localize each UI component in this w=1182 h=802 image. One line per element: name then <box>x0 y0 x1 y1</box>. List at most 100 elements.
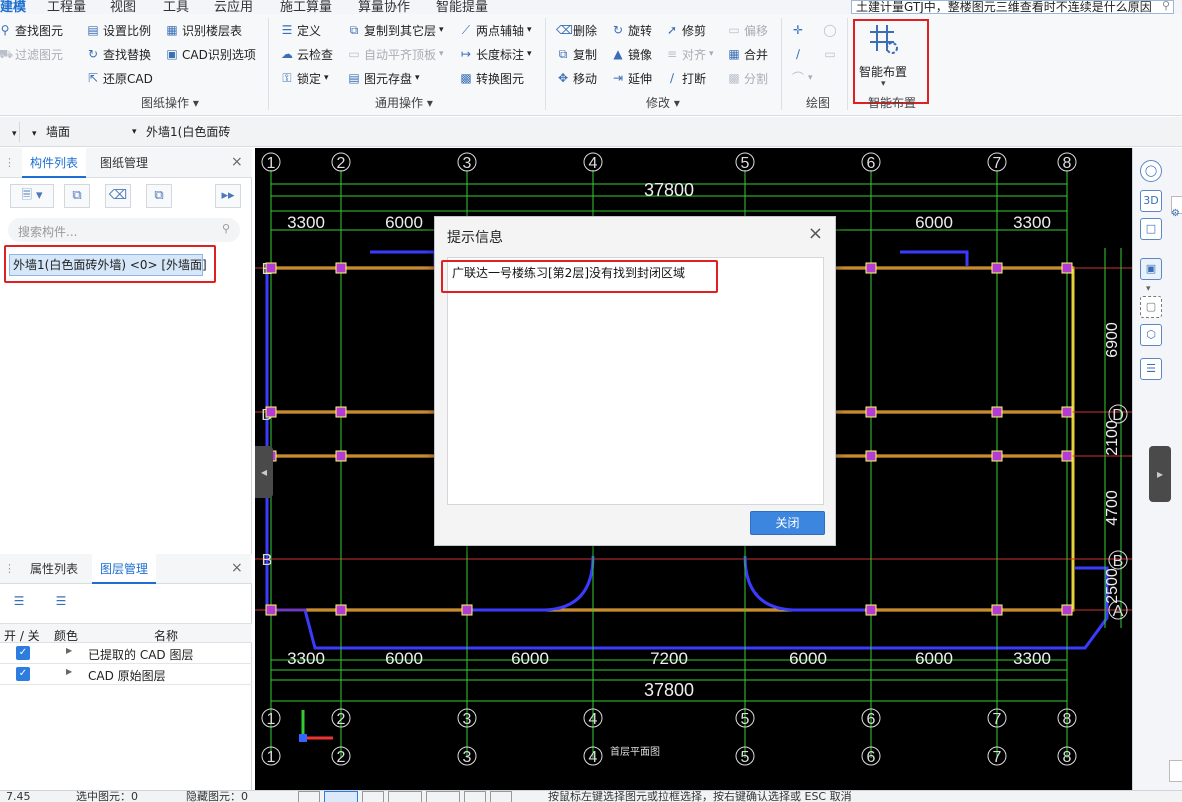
category-dropdown[interactable]: ▾ <box>32 122 42 142</box>
identify-floor-table-button[interactable]: ▦ 识别楼层表 <box>165 20 242 40</box>
gear-icon[interactable]: ⚙ <box>1171 208 1182 224</box>
snap-button[interactable] <box>464 791 486 802</box>
delete-component-button[interactable]: ⌫ <box>105 184 131 208</box>
delete-button[interactable]: ⌫ 删除 <box>556 20 597 40</box>
help-search-input[interactable]: 土建计量GTJ中，整楼图元三维查看时不连续是什么原因 ⚲ <box>851 0 1174 14</box>
zoom-fit-icon[interactable]: ▢ <box>1140 296 1162 318</box>
tab-layer-management[interactable]: 图层管理 <box>92 554 157 584</box>
left-collapse-handle[interactable]: ◂ <box>255 446 273 498</box>
layer-show-all-button[interactable]: ☰ <box>6 589 32 613</box>
draw-rect-button[interactable]: ▭ <box>823 44 837 64</box>
cloud-check-button[interactable]: ☁ 云检查 <box>280 44 333 64</box>
orbit-icon[interactable]: ◯ <box>1140 160 1162 182</box>
two-point-axis-button[interactable]: ⟋ 两点辅轴 ▾ <box>459 20 532 40</box>
new-component-button[interactable]: 🗏 ▾ <box>10 184 54 208</box>
snap-button[interactable] <box>388 791 422 802</box>
define-icon: ☰ <box>281 23 293 37</box>
tab-property-list[interactable]: 属性列表 <box>22 554 86 584</box>
layer-visible-checkbox[interactable]: ✓ <box>16 667 30 681</box>
split-button[interactable]: ▩ 分割 <box>727 68 768 88</box>
dimension-icon: ↦ <box>460 47 472 61</box>
cube-solid-icon[interactable]: ▣ <box>1140 258 1162 280</box>
search-icon[interactable]: ⚲ <box>222 222 230 235</box>
more-button[interactable]: ▸▸ <box>215 184 241 208</box>
scroll-handle[interactable] <box>1169 760 1182 782</box>
close-icon[interactable]: × <box>231 560 243 576</box>
chevron-down-icon[interactable]: ▾ <box>1146 284 1151 294</box>
layers-icon: ⧉ <box>154 188 164 203</box>
rotate-button[interactable]: ↻ 旋转 <box>611 20 652 40</box>
auto-align-slab-button[interactable]: ▭ 自动平齐顶板 ▾ <box>347 44 443 64</box>
cad-identify-options-button[interactable]: ▣ CAD识别选项 <box>165 44 256 64</box>
drag-handle-icon[interactable]: ⋮ <box>4 156 15 169</box>
copy-component-button[interactable]: ⧉ <box>64 184 90 208</box>
draw-circle-button[interactable]: ◯ <box>823 20 837 40</box>
lock-button[interactable]: ⚿ 锁定 ▾ <box>280 68 328 88</box>
component-name-dropdown[interactable]: 外墙1(白色面砖 <box>146 122 242 142</box>
close-icon[interactable]: × <box>231 154 243 170</box>
component-search-input[interactable]: 搜索构件... ⚲ <box>8 218 240 242</box>
draw-arc-button[interactable]: ⌒ ▾ <box>791 68 813 88</box>
restore-cad-button[interactable]: ⇱ 还原CAD <box>86 68 153 88</box>
copy-button[interactable]: ⧉ 复制 <box>556 44 597 64</box>
snap-button[interactable] <box>426 791 460 802</box>
break-button[interactable]: ∕ 打断 <box>665 68 706 88</box>
snap-button[interactable] <box>324 791 358 802</box>
move-icon: ✥ <box>557 71 569 85</box>
menu-quantity[interactable]: 工程量 <box>47 0 86 14</box>
copy-to-floor-button[interactable]: ⧉ 复制到其它层 ▾ <box>347 20 444 40</box>
search-icon[interactable]: ⚲ <box>1162 1 1170 12</box>
collapse-handle[interactable]: ▸ <box>1149 446 1171 502</box>
expand-icon[interactable]: ▶ <box>66 667 72 676</box>
find-replace-button[interactable]: ↻ 查找替换 <box>86 44 151 64</box>
layers-icon: ☰ <box>55 594 67 608</box>
view-3d-icon[interactable]: 3D <box>1140 190 1162 212</box>
dialog-close-button[interactable]: 关闭 <box>750 511 825 535</box>
layer-visible-checkbox[interactable]: ✓ <box>16 646 30 660</box>
filter-element-button[interactable]: ⛟ 过滤图元 <box>0 44 63 64</box>
layer-hide-all-button[interactable]: ☰ <box>48 589 74 613</box>
close-icon[interactable]: × <box>808 223 823 244</box>
tab-component-list[interactable]: 构件列表 <box>22 148 87 178</box>
menu-collaboration[interactable]: 算量协作 <box>358 0 410 14</box>
drag-handle-icon[interactable]: ⋮ <box>4 562 15 575</box>
column-mark <box>865 450 877 462</box>
convert-element-button[interactable]: ▩ 转换图元 <box>459 68 524 88</box>
trim-button[interactable]: ➚ 修剪 <box>665 20 706 40</box>
menu-tools[interactable]: 工具 <box>163 0 189 14</box>
layer-copy-button[interactable]: ⧉ <box>146 184 172 208</box>
menu-cloud[interactable]: 云应用 <box>214 0 253 14</box>
dimension-label: 6000 <box>915 213 953 232</box>
menu-construction[interactable]: 施工算量 <box>280 0 332 14</box>
smart-layout-button[interactable]: 智能布置 ▾ <box>853 19 929 104</box>
mirror-button[interactable]: ▲ 镜像 <box>611 44 652 64</box>
tab-drawing-management[interactable]: 图纸管理 <box>92 148 156 178</box>
align-button[interactable]: ≡ 对齐 ▾ <box>665 44 714 64</box>
hex-view-icon[interactable]: ⬡ <box>1140 324 1162 346</box>
draw-line-button[interactable]: ∕ <box>791 44 805 64</box>
document-icon[interactable]: ☰ <box>1140 358 1162 380</box>
layer-tabs: ⋮ 属性列表 图层管理 × <box>0 554 252 584</box>
define-button[interactable]: ☰ 定义 <box>280 20 321 40</box>
snap-button[interactable] <box>362 791 384 802</box>
length-dim-button[interactable]: ↦ 长度标注 ▾ <box>459 44 532 64</box>
cube-icon[interactable]: □ <box>1140 218 1162 240</box>
draw-point-button[interactable]: ✛ <box>791 20 805 40</box>
snap-button[interactable] <box>298 791 320 802</box>
snap-button[interactable] <box>490 791 512 802</box>
menu-view[interactable]: 视图 <box>110 0 136 14</box>
property-bar: ▾ ▾ 墙面 ▾ 外墙1(白色面砖 <box>0 117 1182 147</box>
floor-dropdown[interactable]: ▾ <box>0 122 20 142</box>
menu-modeling[interactable]: 建模 <box>0 0 26 14</box>
dialog-message-area: 广联达一号楼练习[第2层]没有找到封闭区域 <box>447 257 824 505</box>
set-scale-button[interactable]: ▤ 设置比例 <box>86 20 151 40</box>
element-save-button[interactable]: ▤ 图元存盘 ▾ <box>347 68 419 88</box>
extend-button[interactable]: ⇥ 延伸 <box>611 68 652 88</box>
expand-icon[interactable]: ▶ <box>66 646 72 655</box>
move-button[interactable]: ✥ 移动 <box>556 68 597 88</box>
offset-button[interactable]: ▭ 偏移 <box>727 20 768 40</box>
merge-button[interactable]: ▦ 合并 <box>727 44 768 64</box>
find-element-button[interactable]: ⚲ 查找图元 <box>0 20 63 40</box>
menu-smart-extract[interactable]: 智能提量 <box>436 0 488 14</box>
component-type-dropdown[interactable]: 墙面 ▾ <box>46 122 142 142</box>
